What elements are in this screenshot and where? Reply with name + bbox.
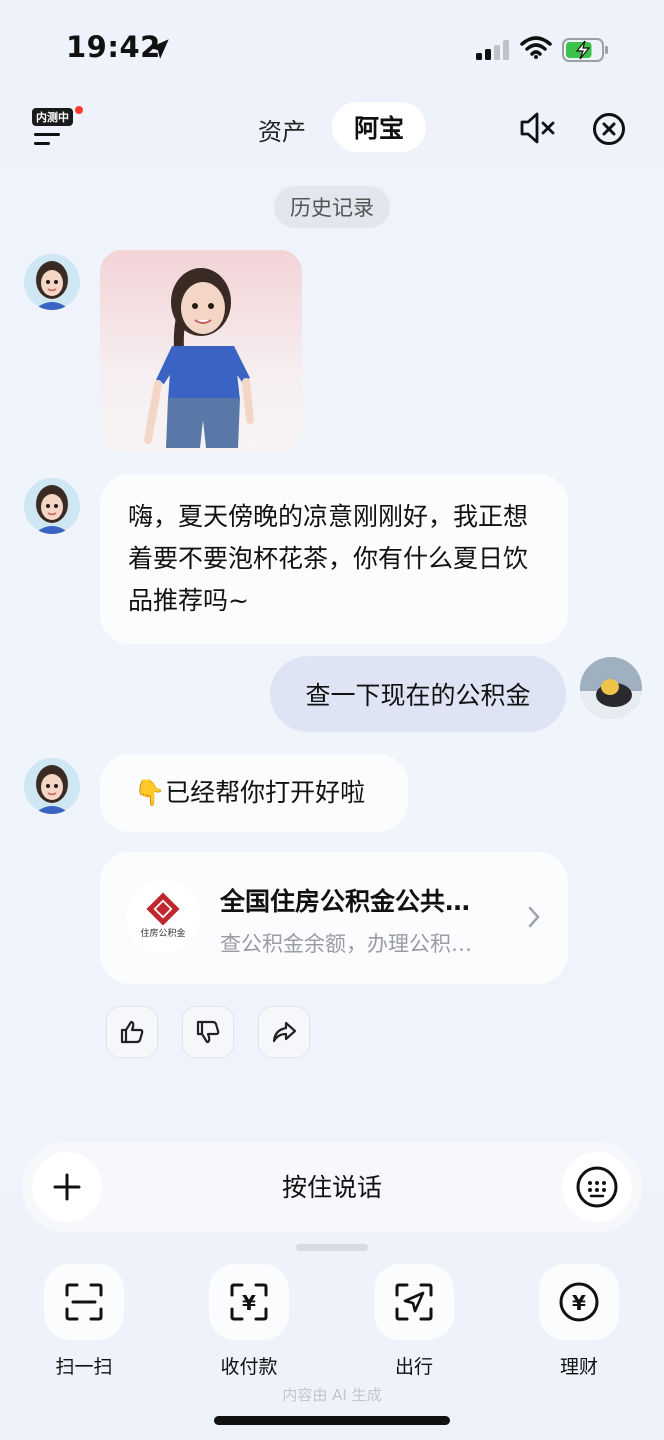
- user-avatar[interactable]: [580, 657, 642, 719]
- thumbs-down-icon: [196, 1020, 220, 1044]
- svg-text:¥: ¥: [572, 1291, 586, 1315]
- service-card[interactable]: 住房公积金 全国住房公积金公共… 查公积金余额，办理公积…: [100, 852, 568, 984]
- keyboard-button[interactable]: [562, 1152, 632, 1222]
- housing-fund-logo: 住房公积金: [126, 880, 200, 954]
- yuan-circle-icon: ¥: [559, 1282, 599, 1322]
- payment-icon-container: ¥: [209, 1264, 289, 1340]
- assistant-avatar[interactable]: [24, 758, 80, 814]
- share-button[interactable]: [258, 1006, 310, 1058]
- travel-icon-container: [374, 1264, 454, 1340]
- quick-action-travel[interactable]: 出行: [374, 1264, 454, 1379]
- assistant-avatar[interactable]: [24, 254, 80, 310]
- drawer-handle[interactable]: [296, 1244, 368, 1251]
- share-icon: [272, 1021, 297, 1043]
- quick-action-label: 收付款: [220, 1356, 278, 1378]
- tab-abao[interactable]: 阿宝: [332, 102, 426, 152]
- assistant-message-bubble: 👇已经帮你打开好啦: [100, 754, 408, 832]
- wifi-icon: [520, 36, 552, 59]
- menu-icon: [34, 133, 60, 136]
- scan-icon-container: [44, 1264, 124, 1340]
- service-card-subtitle: 查公积金余额，办理公积…: [220, 932, 472, 956]
- battery-charging-icon: [562, 38, 608, 62]
- menu-icon-line: [34, 142, 50, 145]
- ai-generated-note: 内容由 AI 生成: [282, 1386, 382, 1404]
- thumbs-down-button[interactable]: [182, 1006, 234, 1058]
- chevron-right-icon: [528, 906, 540, 928]
- wealth-icon-container: ¥: [539, 1264, 619, 1340]
- assistant-avatar[interactable]: [24, 478, 80, 534]
- quick-action-wealth[interactable]: ¥ 理财: [539, 1264, 619, 1379]
- quick-action-payment[interactable]: ¥ 收付款: [209, 1264, 289, 1379]
- mute-speaker-icon[interactable]: [518, 110, 558, 146]
- close-icon[interactable]: [592, 112, 626, 146]
- hold-to-talk-button[interactable]: 按住说话: [22, 1168, 642, 1204]
- scan-icon: [65, 1283, 103, 1321]
- user-message-bubble: 查一下现在的公积金: [270, 656, 566, 732]
- input-bar: 按住说话: [22, 1142, 642, 1232]
- keyboard-icon: [576, 1166, 618, 1208]
- beta-tag: 内测中: [32, 108, 73, 126]
- quick-action-label: 理财: [559, 1356, 598, 1378]
- menu-button[interactable]: 内测中: [30, 104, 83, 150]
- location-arrow-icon: [149, 39, 169, 59]
- thumbs-up-icon: [120, 1020, 144, 1044]
- thumbs-up-button[interactable]: [106, 1006, 158, 1058]
- notification-dot: [75, 106, 83, 114]
- quick-action-label: 扫一扫: [55, 1356, 113, 1378]
- svg-text:¥: ¥: [242, 1291, 256, 1315]
- quick-action-label: 出行: [394, 1356, 433, 1378]
- home-indicator[interactable]: [214, 1416, 450, 1425]
- housing-fund-logo-text: 住房公积金: [140, 927, 185, 939]
- assistant-message-bubble: 嗨，夏天傍晚的凉意刚刚好，我正想着要不要泡杯花茶，你有什么夏日饮品推荐吗~: [100, 474, 568, 644]
- assistant-character-image[interactable]: [100, 250, 302, 452]
- yuan-payment-icon: ¥: [230, 1283, 268, 1321]
- service-card-title: 全国住房公积金公共…: [220, 887, 471, 916]
- quick-action-scan[interactable]: 扫一扫: [44, 1264, 124, 1379]
- navigation-icon: [395, 1283, 433, 1321]
- assistant-reply-text: 👇已经帮你打开好啦: [134, 778, 366, 807]
- tab-assets[interactable]: 资产: [258, 112, 306, 147]
- cellular-signal-icon: [476, 40, 509, 60]
- history-button[interactable]: 历史记录: [274, 186, 390, 228]
